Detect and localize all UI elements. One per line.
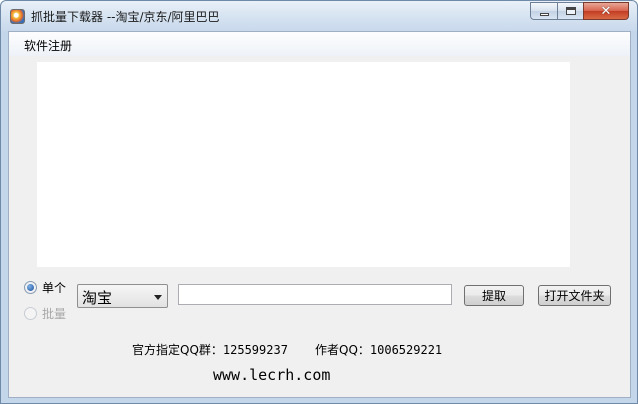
app-window: 抓批量下载器 --淘宝/京东/阿里巴巴 ✕ 软件注册 单个 批量 淘宝 提取 打… (0, 0, 638, 404)
radio-single-button[interactable] (24, 281, 37, 294)
radio-batch-button (24, 307, 37, 320)
url-input[interactable] (178, 284, 452, 305)
menu-item-register[interactable]: 软件注册 (24, 37, 72, 54)
radio-batch: 批量 (24, 305, 66, 322)
client-area: 软件注册 单个 批量 淘宝 提取 打开文件夹 官方指定QQ群：125599237… (8, 31, 631, 398)
close-icon: ✕ (600, 3, 612, 19)
window-title: 抓批量下载器 --淘宝/京东/阿里巴巴 (31, 10, 220, 24)
qq-group-number: 125599237 (222, 343, 288, 357)
app-icon[interactable] (10, 9, 25, 24)
qq-group-label: 官方指定QQ群： (132, 343, 223, 357)
extract-button[interactable]: 提取 (464, 285, 524, 306)
qq-group-info: 官方指定QQ群：125599237 (132, 341, 288, 358)
author-qq-info: 作者QQ：1006529221 (315, 341, 442, 358)
radio-batch-label: 批量 (42, 307, 67, 321)
open-folder-button[interactable]: 打开文件夹 (538, 285, 611, 306)
minimize-icon (539, 12, 549, 16)
radio-single[interactable]: 单个 (24, 279, 66, 296)
maximize-button[interactable] (557, 2, 584, 20)
author-qq-label: 作者QQ： (315, 343, 370, 357)
author-qq-number: 1006529221 (369, 343, 443, 357)
minimize-button[interactable] (530, 2, 558, 20)
source-select-value: 淘宝 (82, 289, 113, 307)
website-link[interactable]: www.lecrh.com (213, 366, 330, 384)
preview-panel (37, 62, 570, 267)
chevron-down-icon (154, 295, 162, 300)
maximize-icon (565, 7, 576, 15)
close-button[interactable]: ✕ (583, 2, 629, 20)
title-bar[interactable]: 抓批量下载器 --淘宝/京东/阿里巴巴 ✕ (1, 1, 637, 31)
radio-single-label: 单个 (42, 281, 67, 295)
source-select[interactable]: 淘宝 (77, 284, 168, 308)
menu-bar: 软件注册 (9, 32, 630, 56)
